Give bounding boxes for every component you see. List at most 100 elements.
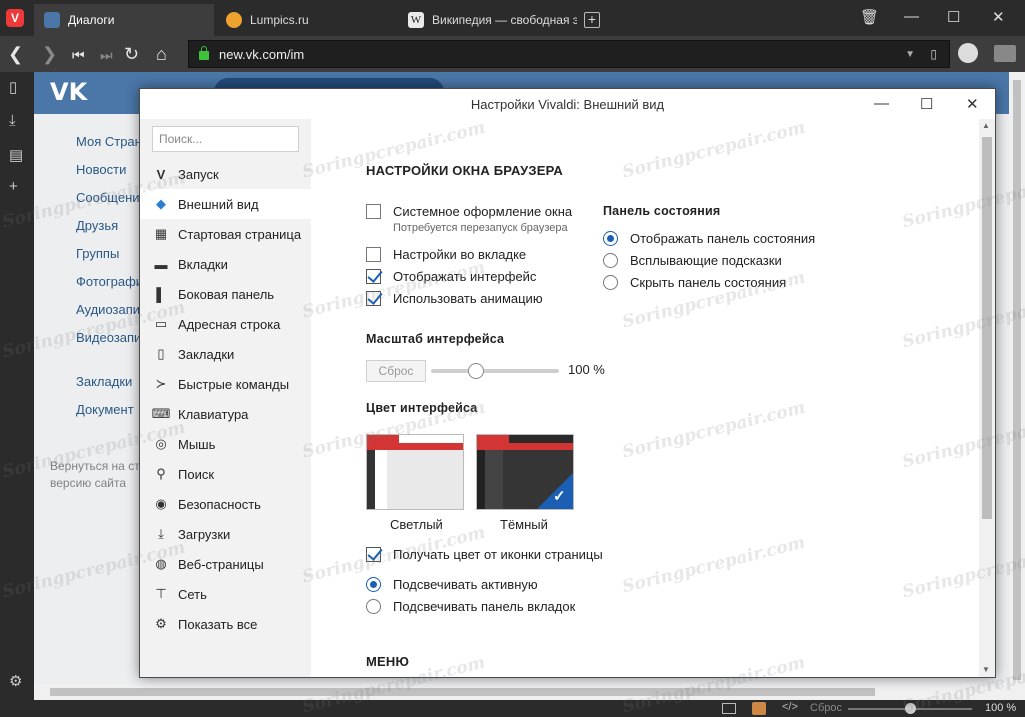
vk-menu-item[interactable]: Моя Стран [76,134,143,162]
notes-panel-icon[interactable]: ▤ [9,146,23,164]
status-hide-radio[interactable] [603,275,618,290]
vk-menu-item[interactable]: Закладки [76,374,134,402]
settings-search-input[interactable]: Поиск... [152,126,299,152]
settings-nav-item[interactable]: ▌ Боковая панель [140,279,311,309]
settings-nav-item[interactable]: ▭ Адресная строка [140,309,311,339]
settings-nav-item[interactable]: ◉ Безопасность [140,489,311,519]
scale-slider[interactable] [431,363,559,379]
favicon-color-label: Получать цвет от иконки страницы [393,547,603,562]
window-icon[interactable] [722,703,736,714]
settings-nav-item[interactable]: ◎ Мышь [140,429,311,459]
vk-menu-item[interactable]: Группы [76,246,143,274]
highlight-tabbar-radio[interactable] [366,599,381,614]
vivaldi-menu-icon[interactable]: V [6,9,24,27]
settings-nav-label: Клавиатура [178,406,249,422]
settings-nav-item[interactable]: ▬ Вкладки [140,249,311,279]
settings-nav-item[interactable]: ▯ Закладки [140,339,311,369]
highlight-tabbar-label: Подсвечивать панель вкладок [393,599,576,614]
settings-nav-item[interactable]: ◍ Веб-страницы [140,549,311,579]
home-button[interactable]: ⌂ [156,44,167,64]
vk-menu-item[interactable]: Друзья [76,218,143,246]
status-tooltips-radio[interactable] [603,253,618,268]
tab-wikipedia[interactable]: W Википедия — свободная э [398,4,578,36]
vk-menu-item[interactable]: Фотографи [76,274,143,302]
trash-icon[interactable]: 🗑 [860,8,879,26]
settings-nav-item[interactable]: ⚙ Показать все [140,609,311,639]
settings-nav-label: Закладки [178,346,235,362]
settings-nav-item[interactable]: ⊤ Сеть [140,579,311,609]
fast-forward-button[interactable]: ⏭ [100,45,113,65]
dialog-minimize-button[interactable]: — [874,95,889,112]
lock-icon [199,46,209,60]
chevron-down-icon[interactable]: ▼ [905,49,915,60]
settings-nav-label: Стартовая страница [178,226,302,242]
panel-toggle-icon[interactable] [994,45,1016,62]
scale-reset-button[interactable]: Сброс [366,360,426,382]
settings-nav-item[interactable]: V Запуск [140,159,311,189]
clock-icon[interactable] [752,702,766,715]
settings-nav-item[interactable]: ⚲ Поиск [140,459,311,489]
show-ui-checkbox[interactable] [366,269,381,284]
zoom-value: 100 % [985,702,1017,714]
settings-nav-item[interactable]: ⤓ Загрузки [140,519,311,549]
vk-menu-item[interactable]: Документ [76,402,134,430]
dialog-maximize-button[interactable]: ☐ [920,95,933,113]
theme-light-swatch[interactable] [366,434,464,510]
zoom-reset-button[interactable]: Сброс [810,702,842,714]
scale-slider-knob[interactable] [467,363,484,379]
tab-lumpics[interactable]: Lumpics.ru [216,4,396,36]
extension-icon[interactable] [958,43,978,63]
address-field[interactable]: new.vk.com/im ▼ ▯ [188,40,950,68]
highlight-active-label: Подсвечивать активную [393,577,538,592]
vk-menu-item[interactable]: Видеозапи [76,330,143,358]
vk-menu-item[interactable]: Аудиозапи [76,302,143,330]
scroll-up-icon[interactable]: ▲ [982,121,990,130]
settings-nav-label: Показать все [178,616,258,632]
animation-checkbox[interactable] [366,291,381,306]
back-button[interactable]: ❮ [8,44,23,64]
system-frame-checkbox[interactable] [366,204,381,219]
forward-button[interactable]: ❯ [42,44,57,64]
highlight-active-radio[interactable] [366,577,381,592]
bookmarks-panel-icon[interactable]: ▯ [9,78,17,96]
settings-nav-item[interactable]: ▦ Стартовая страница [140,219,311,249]
minimize-button[interactable]: — [904,8,919,25]
reload-button[interactable]: ↻ [124,44,139,64]
gear-icon: ⚙ [155,616,167,631]
rewind-button[interactable]: ⏮ [72,45,85,65]
scroll-down-icon[interactable]: ▼ [982,665,990,674]
settings-gear-icon[interactable]: ⚙ [9,672,22,690]
page-horizontal-scrollbar[interactable] [34,684,1009,700]
settings-nav-item[interactable]: ≻ Быстрые команды [140,369,311,399]
page-vertical-scrollbar[interactable] [1009,72,1025,700]
tab-dialogs[interactable]: Диалоги [34,4,214,36]
vk-logo[interactable]: VK [50,78,87,106]
settings-nav-item[interactable]: ⌨ Клавиатура [140,399,311,429]
vk-menu-item[interactable]: Сообщени [76,190,143,218]
maximize-button[interactable]: ☐ [947,8,960,26]
favicon-color-checkbox[interactable] [366,547,381,562]
vivaldi-logo-icon: V [156,166,166,182]
tab-label: Википедия — свободная э [432,13,577,27]
theme-dark-swatch[interactable]: ✓ [476,434,574,510]
status-show-radio[interactable] [603,231,618,246]
zoom-slider[interactable] [848,703,972,714]
add-panel-icon[interactable]: + [9,178,18,195]
vk-menu-item[interactable]: Новости [76,162,143,190]
lumpics-favicon-icon [226,12,242,28]
downloads-panel-icon[interactable]: ⤓ [9,112,16,129]
new-tab-button[interactable]: + [584,12,600,28]
settings-nav-item[interactable]: ◆ Внешний вид [140,189,311,219]
side-panel: ▯ ⤓ ▤ + ⚙ [0,72,34,700]
scrollbar-thumb[interactable] [982,137,992,519]
settings-in-tab-checkbox[interactable] [366,247,381,262]
dialog-close-button[interactable]: ✕ [966,95,979,113]
vk-classic-link[interactable]: Вернуться на ст версию сайта [50,458,150,492]
url-text: new.vk.com/im [219,46,305,62]
dialog-title: Настройки Vivaldi: Внешний вид [140,89,995,119]
settings-scrollbar[interactable]: ▲ ▼ [979,119,995,677]
code-icon[interactable]: </> [782,701,798,713]
settings-nav-label: Адресная строка [178,316,281,332]
bookmark-icon[interactable]: ▯ [930,47,937,61]
close-window-button[interactable]: ✕ [992,8,1005,26]
